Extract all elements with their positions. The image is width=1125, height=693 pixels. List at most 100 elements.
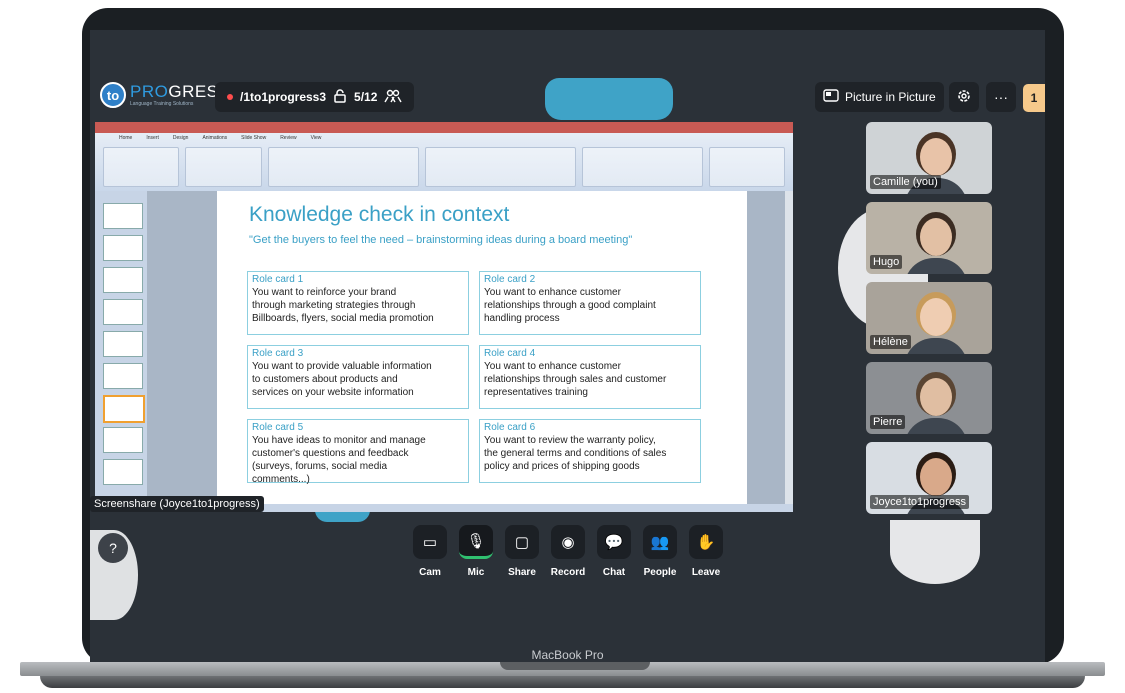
ribbon-tab[interactable]: Slide Show: [241, 135, 266, 141]
role-card-line: through marketing strategies through: [252, 300, 416, 311]
participant-tile[interactable]: Camille (you): [866, 122, 992, 194]
role-card: Role card 2 You want to enhance customer r…: [479, 271, 701, 335]
ribbon-group: [103, 147, 180, 187]
participant-name: Hélène: [870, 335, 911, 349]
room-info[interactable]: /1to1progress3 5/12: [215, 82, 415, 112]
people-icon[interactable]: [384, 89, 403, 106]
slide-thumbnails: [95, 191, 147, 512]
help-icon: ?: [109, 540, 117, 556]
pip-icon: [823, 89, 839, 105]
slide-thumbnail-active[interactable]: [103, 395, 145, 423]
control-label: Cam: [419, 567, 441, 578]
control-label: People: [643, 567, 677, 578]
record-icon: ◉: [561, 534, 575, 551]
participant-avatar: [920, 138, 952, 176]
more-options-button[interactable]: ···: [986, 82, 1016, 112]
participant-avatar: [920, 378, 952, 416]
mic-button[interactable]: 🎙: [459, 525, 493, 559]
ribbon-group: [267, 147, 419, 187]
recording-dot: [227, 94, 233, 100]
role-card-line: You want to reinforce your brand: [252, 287, 397, 298]
participant-tile[interactable]: Joyce1to1progress: [866, 442, 992, 514]
ribbon-tab[interactable]: View: [311, 135, 322, 141]
role-card-title: Role card 4: [484, 348, 536, 359]
share-button[interactable]: ▢: [505, 525, 539, 559]
gear-icon: [956, 88, 972, 107]
role-card: Role card 6 You want to review the warran…: [479, 419, 701, 483]
role-card-line: representatives training: [484, 387, 588, 398]
chat-control[interactable]: 💬 Chat: [596, 525, 632, 578]
participant-avatar: [920, 458, 952, 496]
role-card-line: relationships through sales and customer: [484, 374, 667, 385]
ribbon-group: [185, 147, 262, 187]
role-card: Role card 3 You want to provide valuable …: [247, 345, 469, 409]
decorative-shape: [890, 520, 980, 584]
ribbon-tab[interactable]: Home: [119, 135, 132, 141]
role-card-line: You have ideas to monitor and manage: [252, 435, 426, 446]
participant-name: Hugo: [870, 255, 903, 269]
slide-editor: Knowledge check in context "Get the buye…: [147, 191, 785, 512]
room-name: /1to1progress3: [240, 90, 327, 104]
cam-button[interactable]: ▭: [413, 525, 447, 559]
laptop-base-bottom: [40, 676, 1085, 688]
slide-thumbnail[interactable]: [103, 363, 143, 389]
leave-control[interactable]: ✋ Leave: [688, 525, 724, 578]
role-card-line: handling process: [484, 313, 560, 324]
participant-name: Joyce1to1progress: [870, 495, 969, 509]
participant-tile[interactable]: Pierre: [866, 362, 992, 434]
participant-name: Pierre: [870, 415, 906, 429]
slide-thumbnail[interactable]: [103, 459, 143, 485]
cam-control[interactable]: ▭ Cam: [412, 525, 448, 578]
vertical-scrollbar[interactable]: [785, 191, 793, 512]
settings-button[interactable]: [949, 82, 979, 112]
participant-avatar: [920, 298, 952, 336]
ribbon-group: [708, 147, 786, 187]
slide-thumbnail[interactable]: [103, 203, 143, 229]
ribbon-tab[interactable]: Review: [280, 135, 296, 141]
help-button[interactable]: ?: [98, 533, 128, 563]
role-card-line: relationships through a good complaint: [484, 300, 656, 311]
laptop-base: [0, 662, 1125, 693]
mic-control[interactable]: 🎙 Mic: [458, 525, 494, 578]
slide-thumbnail[interactable]: [103, 427, 143, 453]
leave-button[interactable]: ✋: [689, 525, 723, 559]
slide-thumbnail[interactable]: [103, 299, 143, 325]
picture-in-picture-button[interactable]: Picture in Picture: [815, 82, 944, 112]
participant-tile[interactable]: Hélène: [866, 282, 992, 354]
slide-thumbnail[interactable]: [103, 235, 143, 261]
ribbon-tab[interactable]: Insert: [146, 135, 159, 141]
role-card-title: Role card 5: [252, 422, 304, 433]
role-card-line: Billboards, flyers, social media promoti…: [252, 313, 434, 324]
role-card-line: customer's questions and feedback: [252, 448, 409, 459]
people-control[interactable]: 👥 People: [642, 525, 678, 578]
role-card-line: You want to enhance customer: [484, 361, 621, 372]
role-card-title: Role card 6: [484, 422, 536, 433]
logo-title-accent: PRO: [130, 82, 169, 101]
laptop-notch: [500, 662, 650, 670]
unlock-icon[interactable]: [333, 88, 347, 106]
participant-name: Camille (you): [870, 175, 941, 189]
leave-hand-icon: ✋: [696, 534, 716, 551]
share-control[interactable]: ▢ Share: [504, 525, 540, 578]
participant-tile[interactable]: Hugo: [866, 202, 992, 274]
record-button[interactable]: ◉: [551, 525, 585, 559]
powerpoint-title-bar: [95, 122, 793, 133]
slide-thumbnail[interactable]: [103, 267, 143, 293]
role-card-line: You want to review the warranty policy,: [484, 435, 656, 446]
progress-logo: to PROGRESS Language Training Solutions: [100, 82, 230, 108]
role-card-line: (surveys, forums, social media: [252, 461, 388, 472]
slide-thumbnail[interactable]: [103, 331, 143, 357]
chat-button[interactable]: 💬: [597, 525, 631, 559]
participant-avatar: [920, 218, 952, 256]
people-button[interactable]: 👥: [643, 525, 677, 559]
participant-body: [904, 258, 968, 274]
record-control[interactable]: ◉ Record: [550, 525, 586, 578]
ribbon-tabs: Home Insert Design Animations Slide Show Revi…: [119, 135, 321, 141]
role-card-title: Role card 2: [484, 274, 536, 285]
notification-badge[interactable]: 1: [1023, 84, 1045, 112]
ribbon-tab[interactable]: Design: [173, 135, 189, 141]
ribbon-tab[interactable]: Animations: [202, 135, 227, 141]
mic-icon: 🎙: [466, 532, 486, 550]
role-card-line: policy and prices of shipping goods: [484, 461, 640, 472]
role-card-line: the general terms and conditions of sale…: [484, 448, 667, 459]
